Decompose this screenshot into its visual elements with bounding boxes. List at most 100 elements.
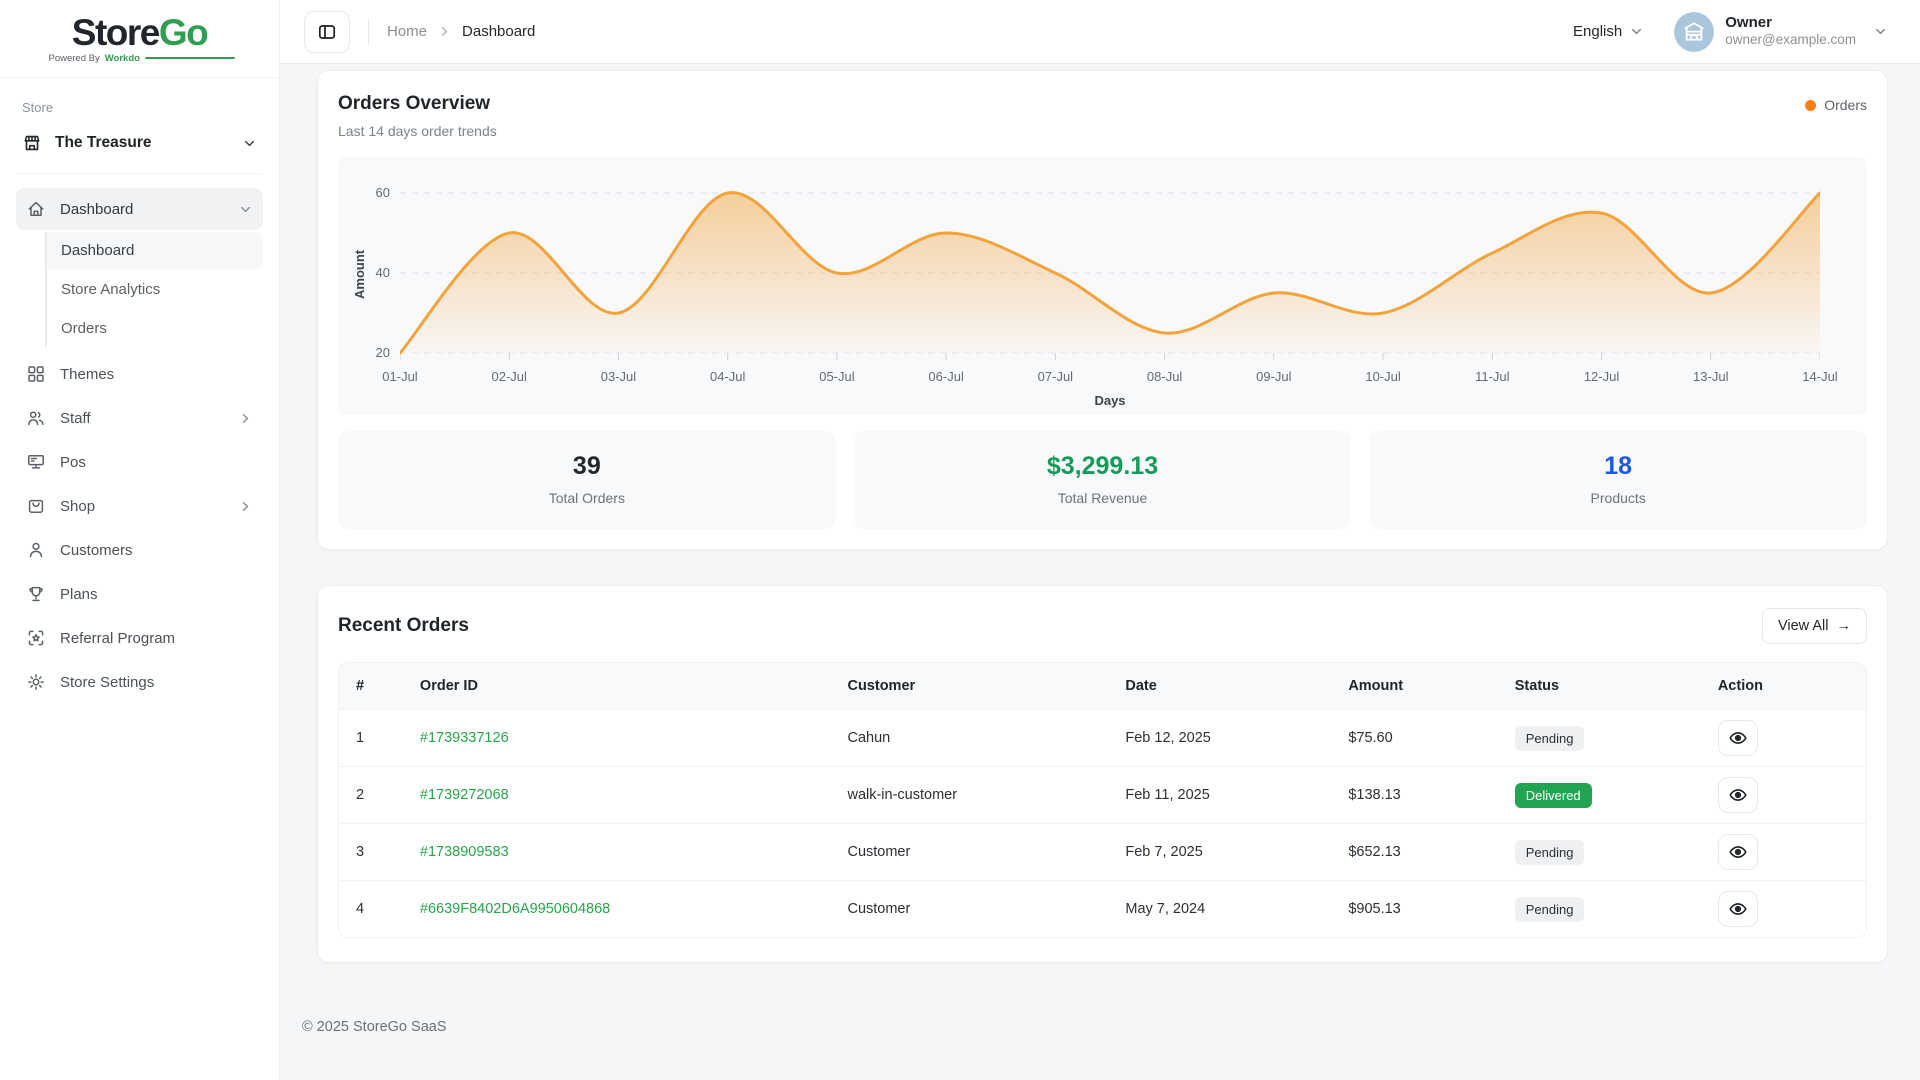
breadcrumb-home[interactable]: Home xyxy=(387,23,427,40)
column-header-action: Action xyxy=(1718,678,1866,694)
y-axis-tick-label: 20 xyxy=(342,345,390,360)
sidebar-panel-icon xyxy=(317,22,337,42)
store-selector[interactable]: The Treasure xyxy=(16,129,263,174)
chevron-down-icon xyxy=(242,136,257,151)
sidebar-subitem-dashboard[interactable]: Dashboard xyxy=(47,232,263,269)
sidebar-logo[interactable]: StoreGo Powered ByWorkdo xyxy=(0,0,279,78)
sidebar-item-store-settings[interactable]: Store Settings xyxy=(16,661,263,703)
legend-dot-icon xyxy=(1805,100,1816,111)
x-axis-tick-label: 08-Jul xyxy=(1147,369,1182,384)
orders-table: #Order IDCustomerDateAmountStatusAction … xyxy=(338,662,1867,938)
table-row: 3#1738909583CustomerFeb 7, 2025$652.13Pe… xyxy=(339,823,1866,880)
orders-chart-area: Amount 604020 01-Jul02-Jul03-Jul04-Jul05… xyxy=(338,157,1867,415)
orders-overview-subtitle: Last 14 days order trends xyxy=(338,123,497,139)
sidebar-item-label: Themes xyxy=(60,366,114,383)
view-order-button[interactable] xyxy=(1718,891,1758,927)
store-name: The Treasure xyxy=(55,134,152,152)
order-id-link[interactable]: #1739337126 xyxy=(420,730,509,746)
table-row: 4#6639F8402D6A9950604868CustomerMay 7, 2… xyxy=(339,880,1866,937)
language-selector[interactable]: English xyxy=(1573,23,1644,40)
x-axis-labels: 01-Jul02-Jul03-Jul04-Jul05-Jul06-Jul07-J… xyxy=(400,369,1820,385)
pos-icon xyxy=(26,452,46,472)
x-axis-tick-label: 05-Jul xyxy=(819,369,854,384)
date-cell: Feb 12, 2025 xyxy=(1125,730,1348,746)
breadcrumb: Home Dashboard xyxy=(387,23,535,40)
sidebar-item-label: Store Settings xyxy=(60,674,154,691)
sidebar-item-shop[interactable]: Shop xyxy=(16,485,263,527)
storefront-icon xyxy=(22,133,42,153)
stat-label: Total Orders xyxy=(338,490,836,506)
sidebar-toggle-button[interactable] xyxy=(304,11,350,53)
recent-orders-card: Recent Orders View All → #Order IDCustom… xyxy=(317,585,1888,963)
column-header-customer: Customer xyxy=(847,678,1125,694)
view-all-label: View All xyxy=(1778,618,1829,634)
x-axis-tick-label: 10-Jul xyxy=(1365,369,1400,384)
sidebar-nav: DashboardDashboardStore AnalyticsOrdersT… xyxy=(16,188,263,703)
sidebar-item-label: Plans xyxy=(60,586,98,603)
row-number: 3 xyxy=(339,844,420,860)
table-row: 1#1739337126CahunFeb 12, 2025$75.60Pendi… xyxy=(339,709,1866,766)
gear-icon xyxy=(26,672,46,692)
orders-area-chart xyxy=(400,173,1820,363)
eye-icon xyxy=(1728,899,1748,919)
orders-overview-title: Orders Overview xyxy=(338,93,497,115)
sidebar-item-label: Shop xyxy=(60,498,95,515)
users-icon xyxy=(26,408,46,428)
status-badge: Delivered xyxy=(1515,783,1592,808)
order-id-link[interactable]: #1739272068 xyxy=(420,787,509,803)
breadcrumb-current: Dashboard xyxy=(462,23,535,40)
chart-legend-orders[interactable]: Orders xyxy=(1805,93,1867,113)
view-order-button[interactable] xyxy=(1718,777,1758,813)
sidebar-item-referral-program[interactable]: Referral Program xyxy=(16,617,263,659)
x-axis-tick-label: 01-Jul xyxy=(382,369,417,384)
sidebar-item-label: Staff xyxy=(60,410,91,427)
avatar xyxy=(1674,12,1714,52)
main-content: Orders Overview Last 14 days order trend… xyxy=(280,64,1920,1080)
stats-row: 39 Total Orders $3,299.13 Total Revenue … xyxy=(338,431,1867,529)
brand-tagline: Powered ByWorkdo xyxy=(45,53,235,64)
view-order-button[interactable] xyxy=(1718,720,1758,756)
bag-icon xyxy=(26,496,46,516)
sidebar-subitem-orders[interactable]: Orders xyxy=(47,310,263,347)
view-order-button[interactable] xyxy=(1718,834,1758,870)
stat-total-revenue: $3,299.13 Total Revenue xyxy=(854,431,1352,529)
order-id-link[interactable]: #1738909583 xyxy=(420,844,509,860)
chevron-right-icon xyxy=(238,411,253,426)
date-cell: May 7, 2024 xyxy=(1125,901,1348,917)
arrow-right-icon: → xyxy=(1837,618,1852,634)
sidebar-item-label: Pos xyxy=(60,454,86,471)
sidebar-item-dashboard[interactable]: Dashboard xyxy=(16,188,263,230)
x-axis-tick-label: 04-Jul xyxy=(710,369,745,384)
sidebar-subitem-store-analytics[interactable]: Store Analytics xyxy=(47,271,263,308)
sidebar-item-staff[interactable]: Staff xyxy=(16,397,263,439)
eye-icon xyxy=(1728,842,1748,862)
row-number: 4 xyxy=(339,901,420,917)
sidebar-item-label: Dashboard xyxy=(60,201,133,218)
customer-cell: walk-in-customer xyxy=(847,787,1125,803)
order-id-link[interactable]: #6639F8402D6A9950604868 xyxy=(420,901,610,917)
sidebar-item-pos[interactable]: Pos xyxy=(16,441,263,483)
sidebar-item-themes[interactable]: Themes xyxy=(16,353,263,395)
profile-menu[interactable]: Owner owner@example.com xyxy=(1674,12,1888,52)
x-axis-tick-label: 11-Jul xyxy=(1475,369,1509,384)
column-header-date: Date xyxy=(1125,678,1348,694)
user-name: Owner xyxy=(1725,14,1856,33)
sidebar-submenu: DashboardStore AnalyticsOrders xyxy=(45,232,263,347)
table-row: 2#1739272068walk-in-customerFeb 11, 2025… xyxy=(339,766,1866,823)
chevron-down-icon xyxy=(238,202,253,217)
trophy-icon xyxy=(26,584,46,604)
home-icon xyxy=(26,199,46,219)
sidebar-item-customers[interactable]: Customers xyxy=(16,529,263,571)
view-all-button[interactable]: View All → xyxy=(1762,608,1867,644)
brand-logo: StoreGo xyxy=(45,14,235,51)
recent-orders-title: Recent Orders xyxy=(338,615,469,637)
x-axis-tick-label: 03-Jul xyxy=(601,369,636,384)
topbar-divider xyxy=(368,19,369,45)
orders-overview-card: Orders Overview Last 14 days order trend… xyxy=(317,70,1888,550)
y-axis-tick-label: 40 xyxy=(342,265,390,280)
amount-cell: $652.13 xyxy=(1348,844,1514,860)
x-axis-tick-label: 13-Jul xyxy=(1693,369,1728,384)
customer-cell: Cahun xyxy=(847,730,1125,746)
sidebar-item-plans[interactable]: Plans xyxy=(16,573,263,615)
column-header-order-id: Order ID xyxy=(420,678,848,694)
